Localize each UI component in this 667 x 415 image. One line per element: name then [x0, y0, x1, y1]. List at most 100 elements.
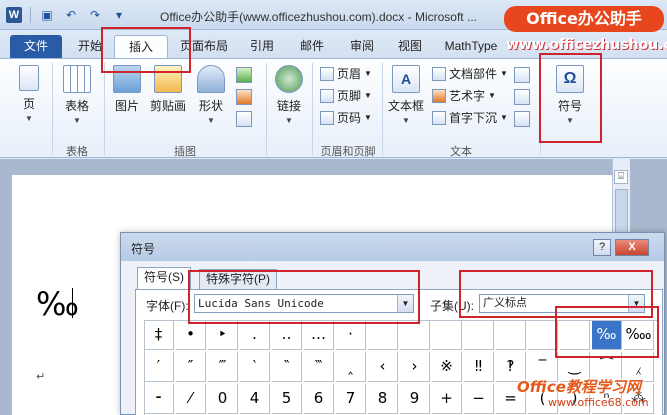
textbox-button[interactable]: A 文本框 ▼	[386, 65, 426, 125]
chevron-down-icon: ▼	[500, 69, 508, 78]
link-button[interactable]: 链接 ▼	[272, 65, 306, 125]
symbol-cell[interactable]: 7	[336, 384, 366, 414]
symbol-cell[interactable]	[400, 320, 430, 350]
font-select[interactable]: Lucida Sans Unicode ▼	[194, 294, 414, 313]
close-button[interactable]: X	[615, 239, 649, 256]
redo-icon[interactable]: ↷	[87, 7, 103, 23]
symbol-cell[interactable]: ⁄	[176, 384, 206, 414]
chevron-down-icon: ▼	[364, 69, 372, 78]
screenshot-icon[interactable]	[236, 111, 252, 127]
wordart-button-label: 艺术字	[449, 89, 486, 103]
chevron-down-icon: ▼	[25, 114, 33, 123]
save-icon[interactable]: ▣	[39, 7, 55, 23]
symbol-cell[interactable]: ‣	[208, 320, 238, 350]
symbol-cell[interactable]	[560, 320, 590, 350]
symbol-cell[interactable]: ‼	[464, 352, 494, 382]
symbol-cell[interactable]: ‶	[272, 352, 302, 382]
help-button[interactable]: ?	[593, 239, 611, 256]
symbol-cell[interactable]: ″	[176, 352, 206, 382]
customize-icon[interactable]: ▾	[111, 7, 127, 23]
group-label-illustrations: 插图	[174, 146, 196, 158]
footer-button[interactable]: 页脚 ▼	[320, 87, 372, 105]
table-button[interactable]: 表格 ▼	[58, 65, 96, 125]
symbol-cell[interactable]	[496, 320, 526, 350]
chevron-down-icon: ▼	[500, 113, 508, 122]
symbol-cell[interactable]: •	[176, 320, 206, 350]
tab-file[interactable]: 文件	[10, 35, 62, 58]
signature-line-icon[interactable]	[514, 67, 530, 83]
symbol-cell[interactable]: ※	[432, 352, 462, 382]
chevron-down-icon[interactable]: ▼	[628, 295, 644, 312]
symbol-button[interactable]: Ω 符号 ▼	[550, 65, 590, 125]
tab-mathtype[interactable]: MathType	[436, 35, 506, 58]
symbol-cell[interactable]: ‹	[368, 352, 398, 382]
chevron-down-icon: ▼	[566, 116, 574, 125]
wordart-button[interactable]: 艺术字 ▼	[432, 87, 496, 105]
smartart-icon[interactable]	[236, 67, 252, 83]
tab-references[interactable]: 引用	[240, 35, 284, 58]
tab-special-characters[interactable]: 特殊字符(P)	[199, 269, 277, 289]
font-select-value: Lucida Sans Unicode	[198, 297, 324, 310]
chevron-down-icon[interactable]: ▼	[397, 295, 413, 312]
word-logo-icon[interactable]: W	[6, 7, 22, 23]
symbol-cell[interactable]: ‡	[144, 320, 174, 350]
date-time-icon[interactable]	[514, 89, 530, 105]
shapes-icon	[197, 65, 225, 93]
symbol-cell[interactable]: 0	[208, 384, 238, 414]
subset-select[interactable]: 广义标点 ▼	[479, 294, 645, 313]
symbol-cell[interactable]: ‷	[304, 352, 334, 382]
ruler-toggle-icon[interactable]: ⌸	[614, 170, 628, 184]
symbol-cell[interactable]: ›	[400, 352, 430, 382]
dialog-title-bar[interactable]: 符号 ? X	[121, 233, 664, 261]
symbol-cell[interactable]: ‵	[240, 352, 270, 382]
dialog-title: 符号	[131, 242, 156, 256]
symbol-cell[interactable]: 9	[400, 384, 430, 414]
tab-mailings[interactable]: 邮件	[290, 35, 334, 58]
tab-view[interactable]: 视图	[390, 35, 430, 58]
symbol-cell[interactable]: …	[304, 320, 334, 350]
header-button[interactable]: 页眉 ▼	[320, 65, 372, 83]
tab-home[interactable]: 开始	[70, 35, 110, 58]
page-button[interactable]: 页 ▼	[14, 65, 44, 123]
shapes-button[interactable]: 形状 ▼	[194, 65, 228, 125]
quick-access-toolbar: W ▣ ↶ ↷ ▾	[6, 6, 127, 24]
subset-label: 子集(U):	[430, 299, 474, 313]
symbol-cell[interactable]: 6	[304, 384, 334, 414]
page-number-button[interactable]: 页码 ▼	[320, 109, 372, 127]
chevron-down-icon: ▼	[364, 91, 372, 100]
symbol-cell[interactable]: ⁃	[144, 384, 174, 414]
symbol-cell[interactable]: +	[432, 384, 462, 414]
symbol-cell[interactable]: −	[464, 384, 494, 414]
symbol-cell[interactable]: ‸	[336, 352, 366, 382]
symbol-cell[interactable]	[368, 320, 398, 350]
symbol-cell[interactable]	[464, 320, 494, 350]
symbol-cell[interactable]: ‥	[272, 320, 302, 350]
tab-page-layout[interactable]: 页面布局	[174, 35, 234, 58]
symbol-cell[interactable]: ′	[144, 352, 174, 382]
group-separator	[382, 63, 383, 155]
object-icon[interactable]	[514, 111, 530, 127]
symbol-cell[interactable]: ‧	[336, 320, 366, 350]
symbol-cell[interactable]: ‴	[208, 352, 238, 382]
undo-icon[interactable]: ↶	[63, 7, 79, 23]
group-separator	[540, 63, 541, 155]
footer-icon	[320, 89, 334, 103]
chart-icon[interactable]	[236, 89, 252, 105]
symbol-cell[interactable]: 8	[368, 384, 398, 414]
header-icon	[320, 67, 334, 81]
symbol-cell[interactable]	[528, 320, 558, 350]
symbol-cell[interactable]: ‱	[624, 320, 654, 350]
symbol-cell[interactable]: 4	[240, 384, 270, 414]
bottom-watermark: Office教程学习网	[517, 378, 641, 396]
picture-button[interactable]: 图片	[110, 65, 144, 114]
doc-parts-button[interactable]: 文档部件 ▼	[432, 65, 508, 83]
symbol-cell[interactable]: 5	[272, 384, 302, 414]
tab-symbols[interactable]: 符号(S)	[137, 267, 191, 289]
clipart-button[interactable]: 剪贴画	[148, 65, 188, 114]
symbol-cell[interactable]: ‰	[592, 320, 622, 350]
symbol-cell[interactable]	[432, 320, 462, 350]
tab-review[interactable]: 审阅	[340, 35, 384, 58]
drop-cap-button[interactable]: 首字下沉 ▼	[432, 109, 508, 127]
symbol-cell[interactable]: ․	[240, 320, 270, 350]
tab-insert[interactable]: 插入	[114, 35, 168, 58]
